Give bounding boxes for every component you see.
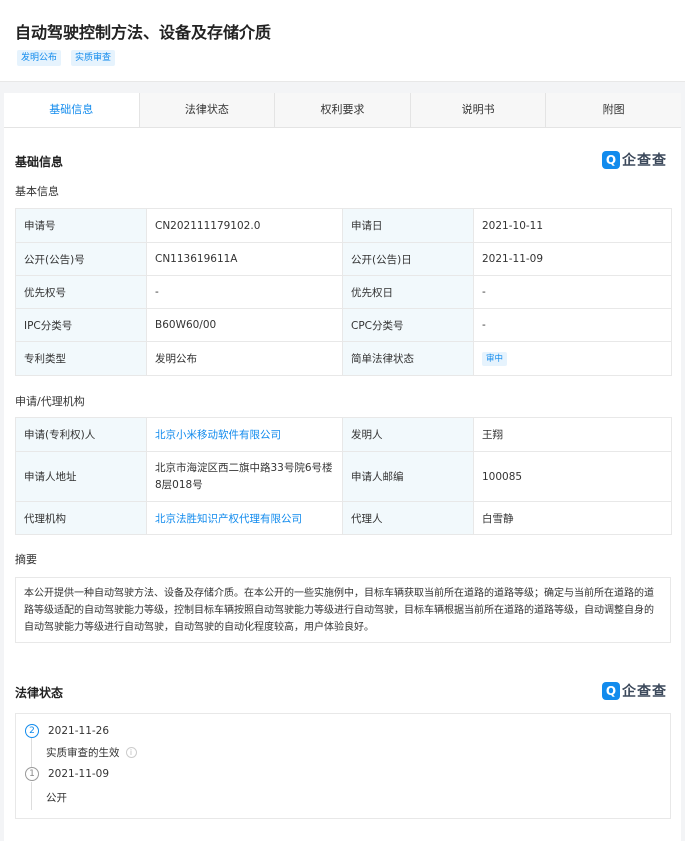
field-value: 100085 [473,451,672,502]
qichacha-logo-icon: Q [602,151,620,169]
field-label: 申请人邮编 [342,451,474,502]
field-label: 优先权日 [342,275,474,309]
table-row: 申请号 CN202111179102.0 申请日 2021-10-11 [15,208,672,243]
field-label: 公开(公告)日 [342,242,474,276]
timeline-event: 实质审查的生效 i [46,745,137,760]
content-panel: 基础信息 法律状态 权利要求 说明书 附图 基础信息 Q 企查查 基本信息 申请… [4,93,681,841]
section-title-legal: 法律状态 [15,686,64,700]
tag-examination: 实质审查 [71,50,116,66]
field-value: 审中 [473,341,672,376]
field-label: 申请日 [342,208,474,243]
field-label: 申请(专利权)人 [15,417,147,452]
abstract-text: 本公开提供一种自动驾驶方法、设备及存储介质。在本公开的一些实施例中，目标车辆获取… [15,577,671,643]
tab-description[interactable]: 说明书 [410,93,547,127]
tag-publication: 发明公布 [17,50,62,66]
table-row: IPC分类号 B60W60/00 CPC分类号 - [15,308,672,342]
field-label: 简单法律状态 [342,341,474,376]
timeline-connector [31,738,32,767]
qichacha-logo-text: 企查查 [622,153,667,169]
legal-status-badge: 审中 [482,351,508,366]
field-value: CN202111179102.0 [146,208,343,243]
page-title: 自动驾驶控制方法、设备及存储介质 [15,23,272,42]
field-value: - [146,275,343,309]
table-row: 申请人地址 北京市海淀区西二旗中路33号院6号楼8层018号 申请人邮编 100… [15,451,672,502]
applicant-link[interactable]: 北京小米移动软件有限公司 [146,417,343,452]
field-value: - [473,308,672,342]
patent-header: 自动驾驶控制方法、设备及存储介质 发明公布 实质审查 [0,0,685,82]
table-row: 专利类型 发明公布 简单法律状态 审中 [15,341,672,376]
qichacha-logo: Q 企查查 [602,151,667,169]
timeline-event-label: 公开 [46,792,67,804]
field-value: CN113619611A [146,242,343,276]
field-label: 公开(公告)号 [15,242,147,276]
field-value: 王翔 [473,417,672,452]
timeline-step-number: 2 [25,724,39,738]
subtitle-agency: 申请/代理机构 [15,395,85,408]
field-value: 北京市海淀区西二旗中路33号院6号楼8层018号 [146,451,343,502]
qichacha-logo: Q 企查查 [602,682,667,700]
field-value: B60W60/00 [146,308,343,342]
timeline-step-number: 1 [25,767,39,781]
basic-info-table: 申请号 CN202111179102.0 申请日 2021-10-11 公开(公… [15,208,672,376]
subtitle-basic: 基本信息 [15,185,59,198]
tab-basic-info[interactable]: 基础信息 [4,93,140,127]
legal-timeline: 2 2021-11-26 实质审查的生效 i 1 2021-11-09 公开 [15,713,671,819]
section-title-basic: 基础信息 [15,155,64,169]
field-label: 申请人地址 [15,451,147,502]
timeline-connector [31,782,32,810]
field-value: 发明公布 [146,341,343,376]
field-label: IPC分类号 [15,308,147,342]
field-label: 发明人 [342,417,474,452]
agency-link[interactable]: 北京法胜知识产权代理有限公司 [146,501,343,535]
field-label: 代理机构 [15,501,147,535]
tab-drawings[interactable]: 附图 [546,93,681,127]
field-label: 专利类型 [15,341,147,376]
agency-table: 申请(专利权)人 北京小米移动软件有限公司 发明人 王翔 申请人地址 北京市海淀… [15,417,672,535]
field-label: CPC分类号 [342,308,474,342]
qichacha-logo-text: 企查查 [622,684,667,700]
field-value: 2021-10-11 [473,208,672,243]
table-row: 代理机构 北京法胜知识产权代理有限公司 代理人 白雪静 [15,501,672,535]
table-row: 优先权号 - 优先权日 - [15,275,672,309]
subtitle-abstract: 摘要 [15,553,37,566]
tab-bar: 基础信息 法律状态 权利要求 说明书 附图 [4,93,681,128]
timeline-event-label: 实质审查的生效 [46,747,120,759]
timeline-date: 2021-11-09 [48,768,110,780]
field-label: 代理人 [342,501,474,535]
field-value: - [473,275,672,309]
tab-legal-status[interactable]: 法律状态 [139,93,276,127]
field-value: 2021-11-09 [473,242,672,276]
qichacha-logo-icon: Q [602,682,620,700]
timeline-date: 2021-11-26 [48,725,110,737]
field-label: 优先权号 [15,275,147,309]
field-label: 申请号 [15,208,147,243]
table-row: 公开(公告)号 CN113619611A 公开(公告)日 2021-11-09 [15,242,672,276]
tab-claims[interactable]: 权利要求 [275,93,411,127]
field-value: 白雪静 [473,501,672,535]
table-row: 申请(专利权)人 北京小米移动软件有限公司 发明人 王翔 [15,417,672,452]
timeline-event: 公开 [46,790,67,805]
info-icon[interactable]: i [125,747,137,758]
